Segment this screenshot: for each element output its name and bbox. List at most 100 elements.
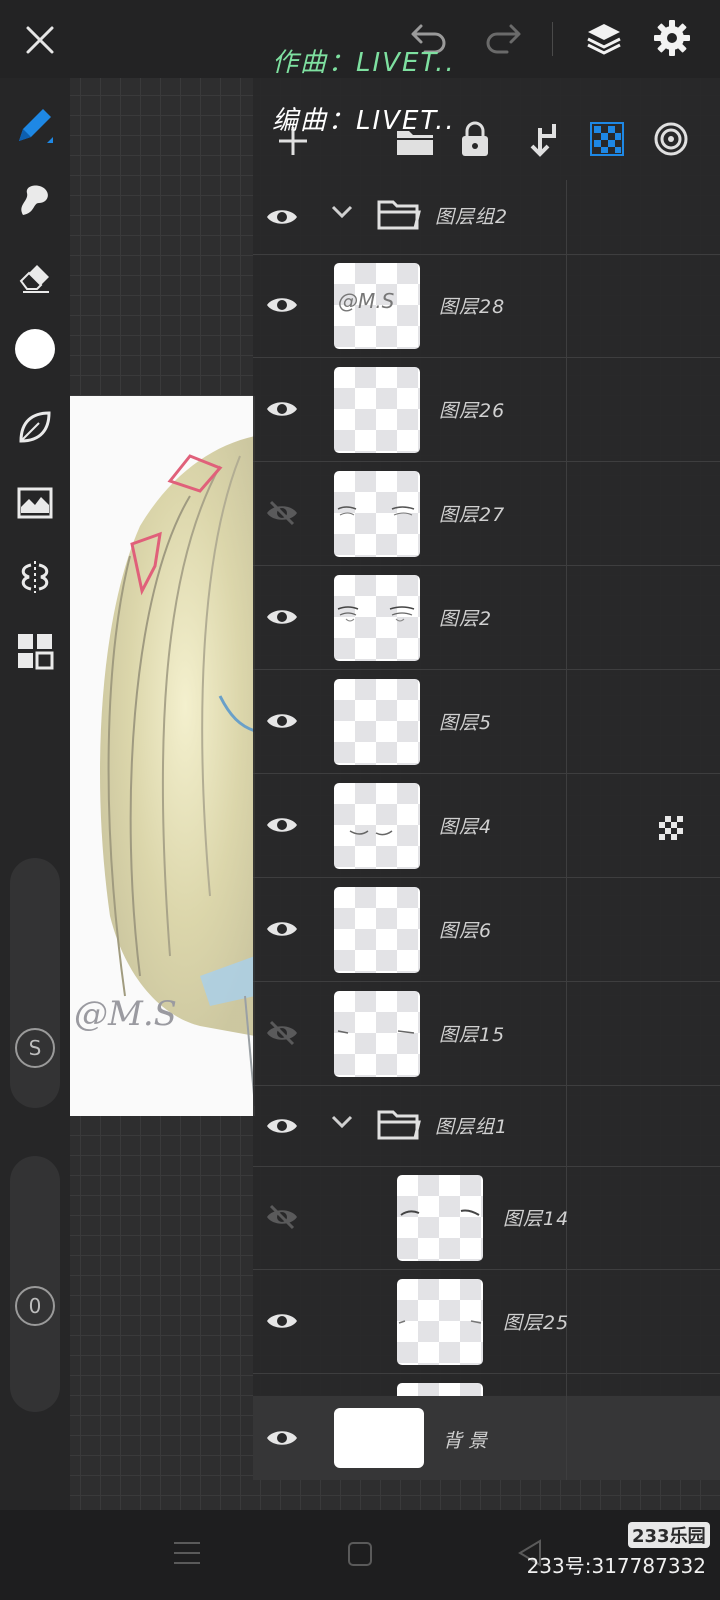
credit-composer: 作曲：LIVET.. <box>272 48 456 78</box>
row-divider <box>566 358 567 461</box>
watermark-id: 233号:317787332 <box>526 1554 706 1578</box>
system-nav-bar: 233乐园 233号:317787332 <box>0 1510 720 1600</box>
layer-thumbnail <box>397 1175 483 1261</box>
layer-name: 图层27 <box>439 504 506 526</box>
layer-row[interactable]: 图层14 <box>253 1166 720 1270</box>
home-icon[interactable] <box>346 1540 374 1572</box>
layer-thumbnail <box>334 575 420 661</box>
eye-off-icon[interactable] <box>259 490 305 536</box>
row-divider <box>566 1396 567 1480</box>
layer-name: 图层6 <box>439 920 493 942</box>
layer-name: 图层26 <box>439 400 506 422</box>
layer-thumbnail <box>334 991 420 1077</box>
layer-group-row[interactable]: 图层组2 <box>253 180 720 255</box>
brush-size-slider[interactable]: S <box>10 858 60 1108</box>
layer-name: 图层4 <box>439 816 493 838</box>
row-divider <box>566 462 567 565</box>
eye-icon[interactable] <box>259 386 305 432</box>
eye-icon[interactable] <box>259 194 305 240</box>
canvas-artwork[interactable]: @M.S <box>70 396 255 1116</box>
layer-name: 图层25 <box>503 1312 570 1334</box>
color-swatch[interactable] <box>12 326 58 372</box>
redo-icon[interactable] <box>478 16 528 62</box>
eye-icon[interactable] <box>259 698 305 744</box>
layers-icon[interactable] <box>580 14 628 62</box>
merge-down-icon[interactable] <box>520 114 566 164</box>
layer-row[interactable]: @M.S 图层28 <box>253 254 720 358</box>
row-divider <box>566 566 567 669</box>
layer-name: 图层15 <box>439 1024 506 1046</box>
folder-icon <box>377 196 421 234</box>
leaf-icon[interactable] <box>10 402 60 452</box>
row-divider <box>566 878 567 981</box>
pen-tool-icon[interactable] <box>10 100 60 150</box>
row-divider <box>566 1086 567 1166</box>
thumbnail-brows <box>400 1209 480 1216</box>
layer-thumbnail: @M.S <box>334 263 420 349</box>
symmetry-icon[interactable] <box>10 552 60 602</box>
layer-name: 图层28 <box>439 296 506 318</box>
alpha-lock-icon[interactable] <box>584 116 630 162</box>
layer-row[interactable]: 图层27 <box>253 462 720 566</box>
eraser-icon[interactable] <box>10 250 60 300</box>
row-divider <box>566 670 567 773</box>
background-layer-row[interactable]: 背景 <box>253 1396 720 1480</box>
layer-thumbnail <box>334 783 420 869</box>
layer-thumbnail <box>397 1279 483 1365</box>
image-adjust-icon[interactable] <box>10 478 60 528</box>
eye-icon[interactable] <box>259 906 305 952</box>
row-divider <box>566 982 567 1085</box>
folder-icon <box>377 1106 421 1144</box>
row-divider <box>566 1374 567 1396</box>
eye-off-icon[interactable] <box>259 1194 305 1240</box>
thumbnail-eyes <box>337 506 415 516</box>
layer-row-partial[interactable] <box>253 1374 720 1396</box>
layer-thumbnail <box>334 887 420 973</box>
eye-icon[interactable] <box>259 802 305 848</box>
eye-off-icon[interactable] <box>259 1010 305 1056</box>
toolbar-separator <box>552 22 553 56</box>
brush-size-knob[interactable]: S <box>15 1028 55 1068</box>
layer-group-name: 图层组1 <box>435 1116 509 1138</box>
thumbnail-eyes <box>337 606 415 622</box>
chevron-down-icon[interactable] <box>331 204 353 223</box>
row-divider <box>566 774 567 877</box>
thumbnail-mouth <box>349 830 393 836</box>
layer-row[interactable]: 图层4 <box>253 774 720 878</box>
lock-icon[interactable] <box>452 114 498 164</box>
eye-icon[interactable] <box>259 1415 305 1461</box>
brush-opacity-slider[interactable]: 0 <box>10 1156 60 1412</box>
canvas-signature: @M.S <box>74 994 177 1034</box>
layer-row[interactable]: 图层25 <box>253 1270 720 1374</box>
brush-opacity-knob[interactable]: 0 <box>15 1286 55 1326</box>
credit-arranger: 编曲：LIVET.. <box>272 106 456 136</box>
alpha-lock-badge-icon <box>659 816 683 844</box>
grid-menu-icon[interactable] <box>10 626 60 676</box>
gear-icon[interactable] <box>648 14 696 62</box>
layer-row[interactable]: 图层15 <box>253 982 720 1086</box>
layer-thumbnail <box>334 471 420 557</box>
layer-row[interactable]: 图层5 <box>253 670 720 774</box>
eye-icon[interactable] <box>259 1103 305 1149</box>
layer-row[interactable]: 图层2 <box>253 566 720 670</box>
layer-group-row[interactable]: 图层组1 <box>253 1086 720 1167</box>
thumbnail-text: @M.S <box>338 289 395 313</box>
layer-name: 图层2 <box>439 608 493 630</box>
row-divider <box>566 254 567 357</box>
clipping-mask-icon[interactable] <box>648 116 694 162</box>
eye-icon[interactable] <box>259 282 305 328</box>
layer-thumbnail <box>397 1383 483 1396</box>
layer-row[interactable]: 图层26 <box>253 358 720 462</box>
close-icon[interactable] <box>18 18 62 62</box>
layer-group-name: 图层组2 <box>435 206 509 228</box>
layer-name: 图层5 <box>439 712 493 734</box>
layer-name: 背景 <box>443 1430 494 1452</box>
watermark-brand: 233乐园 <box>628 1522 710 1548</box>
chevron-down-icon[interactable] <box>331 1114 353 1133</box>
eye-icon[interactable] <box>259 594 305 640</box>
layer-row[interactable]: 图层6 <box>253 878 720 982</box>
recents-icon[interactable] <box>172 1540 202 1570</box>
eye-icon[interactable] <box>259 1298 305 1344</box>
thumbnail-lines <box>337 1030 415 1034</box>
smudge-tool-icon[interactable] <box>10 176 60 226</box>
